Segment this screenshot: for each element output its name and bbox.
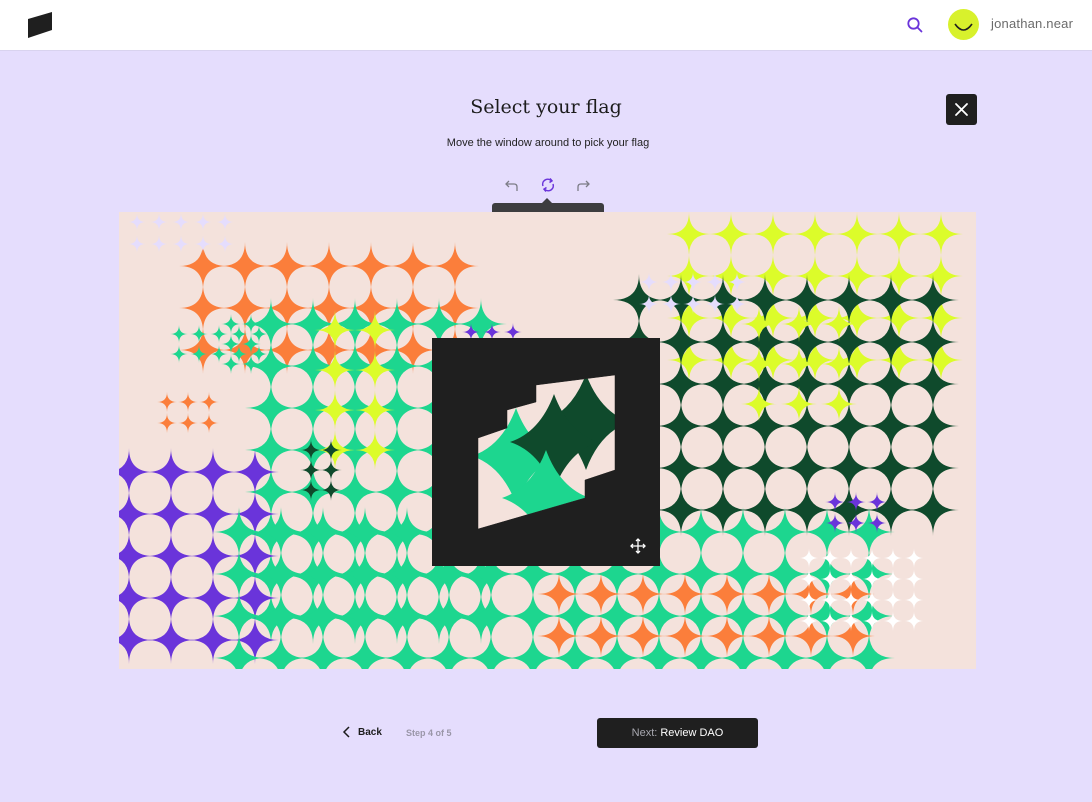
redo-icon [577,180,590,191]
next-prefix: Next: [631,727,658,739]
undo-icon [505,180,518,191]
next-label: Review DAO [660,727,724,739]
refresh-icon [541,178,555,192]
next-button[interactable]: Next: Review DAO [597,718,758,748]
undo-button[interactable] [502,176,520,194]
search-icon[interactable] [904,14,926,36]
flag-preview [477,374,616,530]
username[interactable]: jonathan.near [991,16,1073,31]
avatar[interactable] [948,9,979,40]
redo-button[interactable] [575,176,593,194]
move-icon [628,536,648,556]
page-subtitle: Move the window around to pick your flag [446,137,650,149]
close-icon [955,103,968,116]
step-indicator: Step 4 of 5 [406,728,452,738]
back-button[interactable]: Back [342,726,382,738]
page-title: Select your flag [470,96,622,118]
close-button[interactable] [946,94,977,125]
flag-selection-window[interactable] [432,338,660,566]
top-bar: jonathan.near [0,0,1092,51]
change-background-button[interactable] [539,176,557,194]
chevron-left-icon [342,726,350,738]
back-label: Back [358,726,382,738]
logo-icon[interactable] [28,12,52,38]
